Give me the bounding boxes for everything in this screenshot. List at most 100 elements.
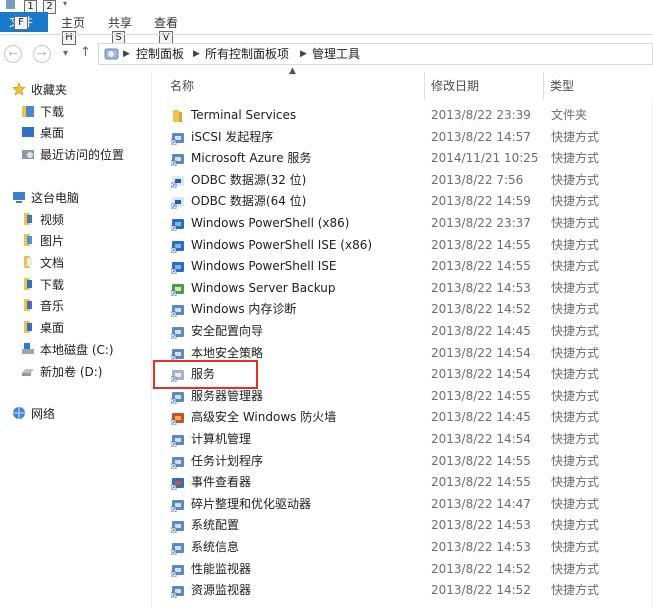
column-header-type[interactable]: 类型 [544, 72, 652, 100]
nav-item-downloads[interactable]: 下载 [21, 102, 64, 122]
table-row[interactable]: 安全配置向导 2013/8/22 14:45 快捷方式 [152, 321, 653, 343]
nav-item-label: 最近访问的位置 [40, 148, 125, 162]
table-row[interactable]: 性能监视器 2013/8/22 14:52 快捷方式 [152, 559, 653, 581]
powershell-icon [171, 240, 184, 253]
defrag-icon [171, 499, 184, 512]
tab-share[interactable]: 共享 [108, 14, 132, 32]
table-row[interactable]: 高级安全 Windows 防火墙 2013/8/22 14:45 快捷方式 [152, 407, 653, 429]
file-type: 快捷方式 [551, 216, 600, 230]
up-arrow-icon[interactable]: ↑ [80, 45, 91, 60]
table-row[interactable]: ODBC 数据源(64 位) 2013/8/22 14:59 快捷方式 [152, 191, 653, 213]
file-type: 快捷方式 [551, 432, 600, 446]
file-date: 2013/8/22 14:52 [431, 583, 531, 598]
file-date: 2013/8/22 14:57 [431, 129, 531, 144]
nav-item-videos[interactable]: 视频 [21, 210, 64, 230]
system-config-icon [171, 521, 184, 534]
file-date: 2013/8/22 14:45 [431, 410, 531, 425]
table-row[interactable]: 碎片整理和优化驱动器 2013/8/22 14:47 快捷方式 [152, 494, 653, 516]
nav-item-label: 下载 [40, 278, 65, 292]
table-row[interactable]: 事件查看器 2013/8/22 14:55 快捷方式 [152, 472, 653, 494]
table-row[interactable]: 系统信息 2013/8/22 14:53 快捷方式 [152, 537, 653, 559]
table-row[interactable]: 任务计划程序 2013/8/22 14:55 快捷方式 [152, 451, 653, 473]
odbc-icon [171, 175, 184, 188]
keytip-file: F [14, 16, 28, 30]
file-date: 2013/8/22 14:53 [431, 280, 531, 295]
column-header-date[interactable]: 修改日期 [425, 72, 543, 100]
system-drive-icon [22, 343, 34, 354]
backup-icon [171, 283, 184, 296]
file-name: Windows PowerShell ISE (x86) [191, 237, 373, 252]
breadcrumb-all-items[interactable]: 所有控制面板项 [205, 46, 289, 62]
nav-item-local-disk-c[interactable]: 本地磁盘 (C:) [21, 340, 114, 360]
network-icon [13, 407, 25, 419]
breadcrumb-separator-icon: ▶ [193, 49, 200, 59]
table-row[interactable]: Windows PowerShell ISE 2013/8/22 14:55 快捷方… [152, 256, 653, 278]
table-row[interactable]: 资源监视器 2013/8/22 14:52 快捷方式 [152, 580, 653, 602]
file-type: 快捷方式 [551, 496, 600, 511]
file-name: 资源监视器 [191, 583, 252, 598]
file-name: Windows Server Backup [191, 280, 336, 295]
nav-item-label: 本地磁盘 (C:) [40, 343, 114, 357]
file-type: 快捷方式 [551, 324, 600, 338]
nav-item-label: 桌面 [40, 321, 65, 335]
security-wizard-icon [171, 327, 184, 339]
address-bar[interactable]: ▶ 控制面板 ▶ 所有控制面板项 ▶ 管理工具 [98, 43, 653, 65]
breadcrumb-control-panel[interactable]: 控制面板 [136, 46, 184, 62]
table-row[interactable]: ODBC 数据源(32 位) 2013/8/22 7:56 快捷方式 [152, 170, 653, 192]
file-name: 计算机管理 [191, 432, 252, 446]
file-name: Microsoft Azure 服务 [191, 151, 312, 166]
nav-item-music[interactable]: 音乐 [21, 296, 64, 316]
nav-item-pictures[interactable]: 图片 [21, 231, 64, 251]
file-name: Terminal Services [191, 108, 297, 122]
file-name: Windows PowerShell (x86) [191, 216, 350, 230]
file-type: 快捷方式 [551, 237, 600, 252]
odbc-icon [171, 197, 184, 210]
file-date: 2013/8/22 14:55 [431, 259, 531, 274]
nav-this-pc[interactable]: 这台电脑 [12, 188, 79, 208]
breadcrumb-admin-tools[interactable]: 管理工具 [312, 46, 360, 62]
file-name: Windows PowerShell ISE [191, 259, 337, 274]
forward-arrow-icon: → [37, 47, 47, 60]
table-row[interactable]: Microsoft Azure 服务 2014/11/21 10:25 快捷方式 [152, 148, 653, 170]
nav-item-desktop[interactable]: 桌面 [21, 123, 64, 143]
file-date: 2013/8/22 14:47 [431, 496, 531, 511]
event-viewer-icon [171, 478, 184, 491]
table-row[interactable]: Windows PowerShell ISE (x86) 2013/8/22 14… [152, 235, 653, 257]
nav-item-label: 桌面 [40, 126, 65, 140]
table-row[interactable]: Terminal Services 2013/8/22 23:39 文件夹 [152, 105, 653, 127]
file-type: 快捷方式 [551, 194, 600, 209]
file-name: Windows 内存诊断 [191, 302, 297, 317]
nav-item-pc-downloads[interactable]: 下载 [21, 275, 64, 295]
nav-item-documents[interactable]: 文档 [21, 253, 64, 273]
nav-favorites[interactable]: 收藏夹 [12, 80, 67, 100]
tab-home[interactable]: 主页 [61, 14, 85, 32]
file-type: 快捷方式 [551, 561, 600, 576]
table-row[interactable]: iSCSI 发起程序 2013/8/22 14:57 快捷方式 [152, 127, 653, 149]
table-row[interactable]: 服务器管理器 2013/8/22 14:55 快捷方式 [152, 386, 653, 408]
nav-item-recent-places[interactable]: 最近访问的位置 [21, 145, 124, 165]
column-header-name[interactable]: 名称 [164, 72, 424, 100]
column-header-name-label: 名称 [170, 79, 195, 93]
table-row[interactable]: 计算机管理 2013/8/22 14:54 快捷方式 [152, 429, 653, 451]
file-type: 快捷方式 [551, 280, 600, 295]
nav-item-pc-desktop[interactable]: 桌面 [21, 318, 64, 338]
folder-icon [173, 110, 182, 122]
azure-icon [171, 154, 184, 167]
file-date: 2013/8/22 14:55 [431, 475, 531, 490]
nav-item-volume-d[interactable]: 新加卷 (D:) [21, 362, 102, 382]
table-row[interactable]: Windows Server Backup 2013/8/22 14:53 快捷方式 [152, 278, 653, 300]
forward-button[interactable]: → [33, 45, 51, 63]
nav-network[interactable]: 网络 [12, 404, 55, 424]
tab-view[interactable]: 查看 [154, 14, 178, 32]
recent-locations-icon[interactable]: ▾ [63, 48, 68, 59]
table-row[interactable]: Windows 内存诊断 2013/8/22 14:52 快捷方式 [152, 299, 653, 321]
breadcrumb-separator-icon: ▶ [300, 49, 307, 59]
save-icon[interactable] [6, 0, 15, 9]
table-row[interactable]: 系统配置 2013/8/22 14:53 快捷方式 [152, 515, 653, 537]
qat-dropdown-icon[interactable]: ▾ [63, 0, 67, 8]
back-button[interactable]: ← [4, 45, 22, 63]
file-type: 快捷方式 [551, 345, 600, 360]
back-arrow-icon: ← [8, 47, 18, 60]
table-row[interactable]: Windows PowerShell (x86) 2013/8/22 23:37 快… [152, 213, 653, 235]
folder-documents-icon [24, 256, 32, 268]
